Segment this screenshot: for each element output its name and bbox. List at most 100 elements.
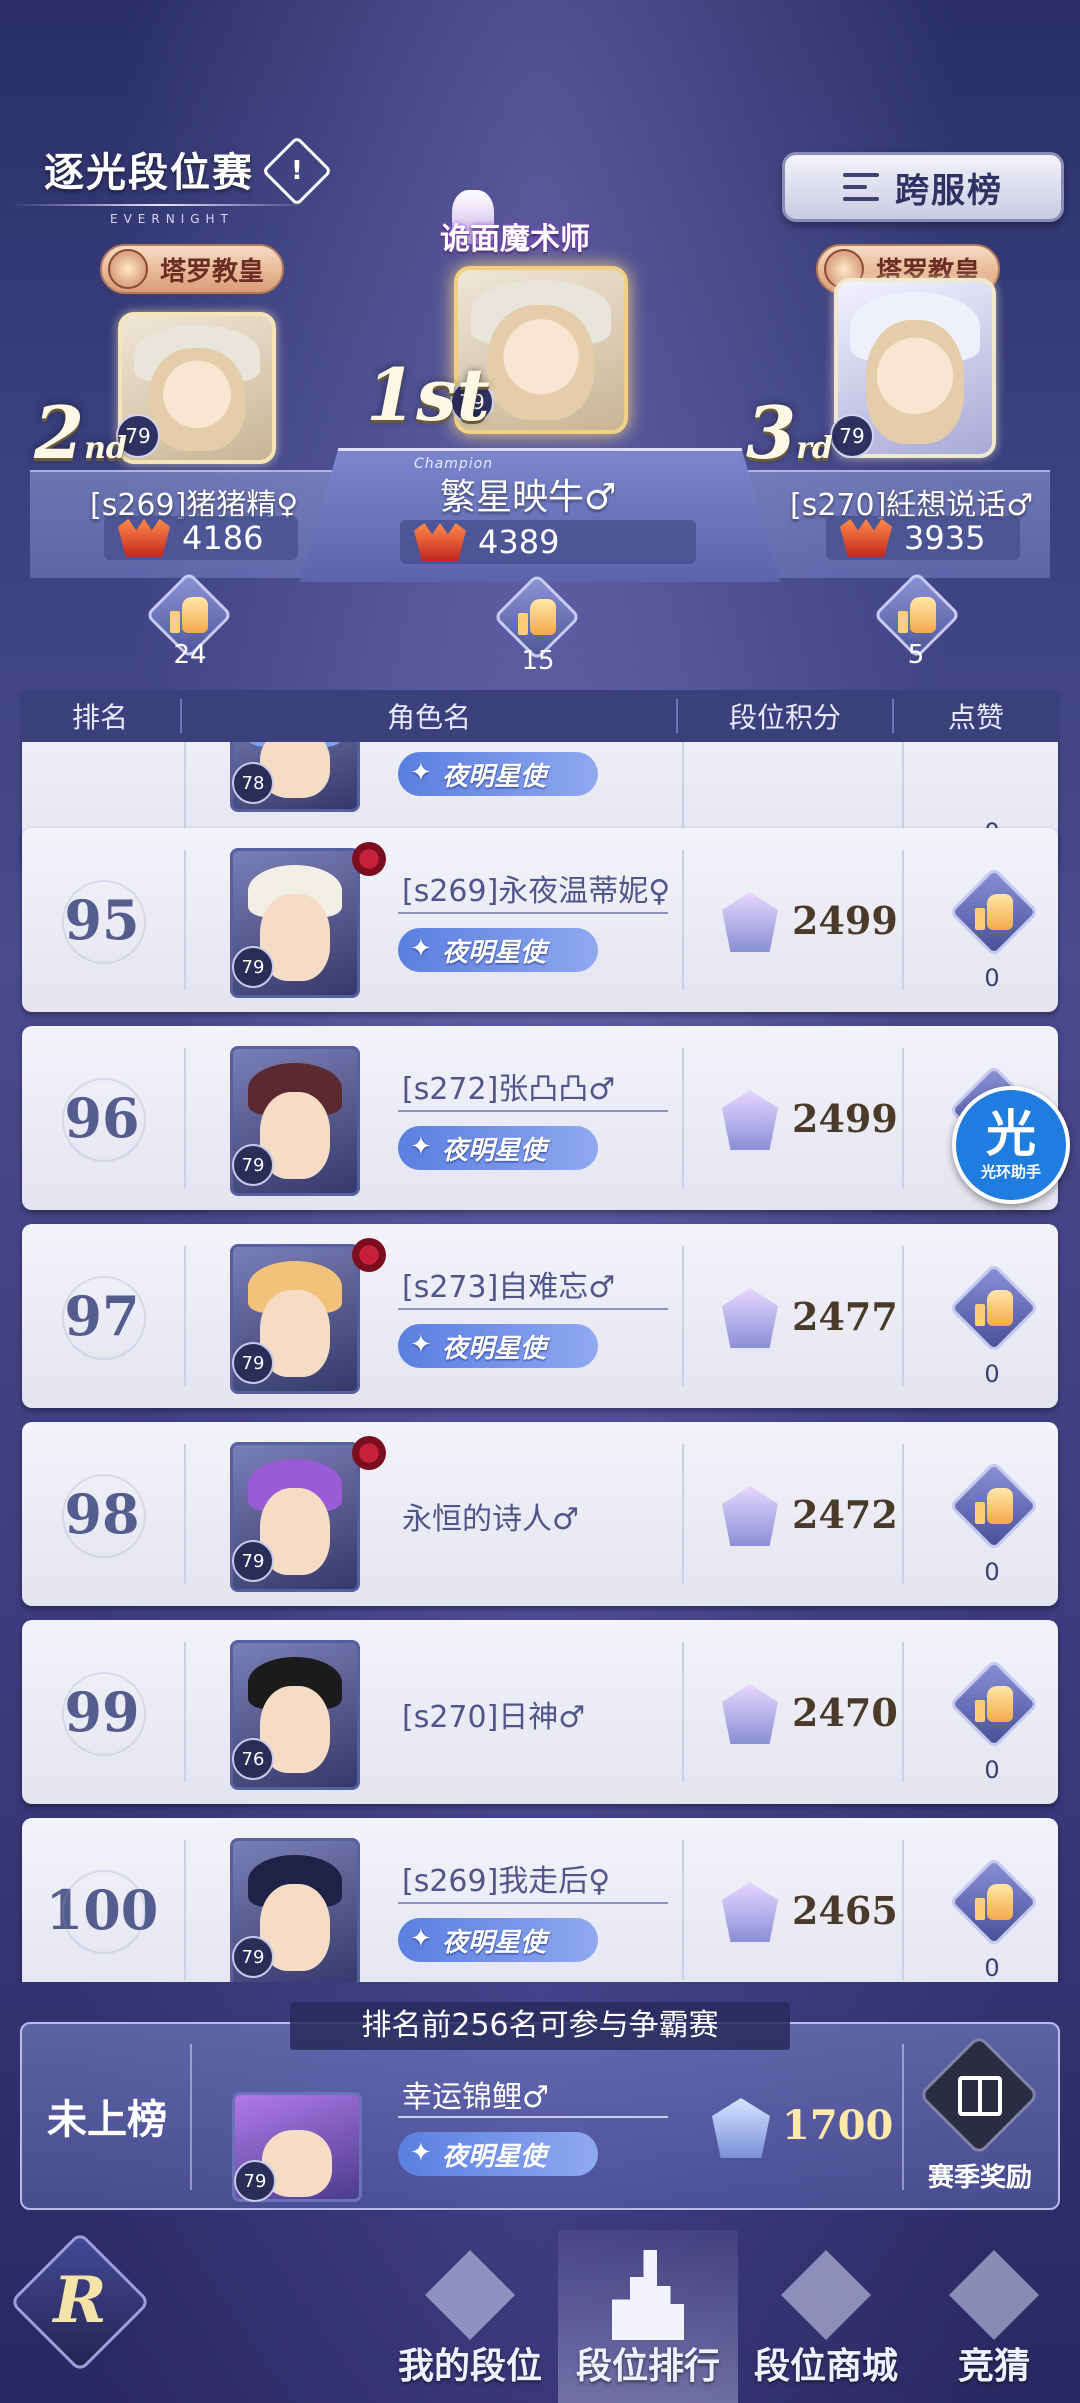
cross-server-button[interactable]: 跨服榜 bbox=[782, 152, 1064, 222]
rank-number: 96 bbox=[22, 1026, 182, 1210]
level-badge: 79 bbox=[232, 1342, 274, 1384]
season-reward-button[interactable]: 赛季奖励 bbox=[910, 2034, 1050, 2200]
place-third: 3rd bbox=[746, 390, 833, 475]
table-row[interactable]: 100 79 [s269]我走后♀ 夜明星使 2465 0 bbox=[22, 1818, 1058, 1982]
name-first: 繁星映牛♂ bbox=[440, 477, 617, 518]
rank-number: 95 bbox=[22, 828, 182, 1012]
self-rank-row[interactable]: 未上榜 79 幸运锦鲤♂ 夜明星使 1700 赛季奖励 bbox=[20, 2022, 1060, 2210]
rank-crown-icon bbox=[414, 523, 466, 561]
col-score: 段位积分 bbox=[728, 701, 841, 734]
score-first: 4389 bbox=[400, 520, 696, 564]
rank-score: 2477 bbox=[792, 1294, 898, 1339]
title-subtitle: EVERNIGHT bbox=[110, 212, 234, 226]
table-header: 排名 角色名 段位积分 点赞 bbox=[20, 690, 1060, 742]
thumbs-up-icon bbox=[975, 894, 1013, 930]
title-tag: 夜明星使 bbox=[398, 752, 598, 796]
table-row[interactable]: 97 79 [s273]自难忘♂ 夜明星使 2477 0 bbox=[22, 1224, 1058, 1408]
rose-icon bbox=[352, 842, 386, 876]
rank-crown-icon bbox=[840, 519, 892, 557]
page-title: 逐光段位赛 bbox=[44, 149, 254, 196]
thumbs-up-icon bbox=[170, 597, 208, 633]
like-button[interactable] bbox=[948, 1856, 1040, 1948]
ranking-list[interactable]: 78 夜明星使 0 9579[s269]永夜温蒂妮♀夜明星使249909679[… bbox=[0, 742, 1080, 1982]
self-title-tag: 夜明星使 bbox=[398, 2132, 598, 2176]
rank-score: 2499 bbox=[792, 898, 898, 943]
shop-icon bbox=[781, 2250, 871, 2340]
crossed-swords-icon bbox=[425, 2250, 515, 2340]
rank-score: 2472 bbox=[792, 1492, 898, 1537]
thumbs-up-icon bbox=[518, 599, 556, 635]
thumbs-up-icon bbox=[975, 1884, 1013, 1920]
rose-icon bbox=[352, 1238, 386, 1272]
like-count-second: 24 bbox=[173, 640, 207, 670]
like-button[interactable] bbox=[948, 1460, 1040, 1552]
like-button[interactable] bbox=[948, 866, 1040, 958]
rank-crest-icon bbox=[722, 1090, 778, 1150]
rank-score: 2499 bbox=[792, 1096, 898, 1141]
place-second: 2nd bbox=[34, 390, 127, 475]
like-count-third: 5 bbox=[907, 640, 925, 670]
level-badge: 76 bbox=[232, 1738, 274, 1780]
table-row[interactable]: 95 79 [s269]永夜温蒂妮♀ 夜明星使 2499 0 bbox=[22, 828, 1058, 1012]
like-button[interactable] bbox=[948, 1658, 1040, 1750]
level-badge: 79 bbox=[232, 1936, 274, 1978]
like-count: 0 bbox=[984, 1360, 1000, 1388]
rank-crest-icon bbox=[712, 2098, 770, 2158]
rank-score: 2465 bbox=[792, 1888, 898, 1933]
title-tag: 夜明星使 bbox=[398, 1918, 598, 1962]
player-name: [s269]我走后♀ bbox=[402, 1864, 611, 1899]
special-title-first: 诡面魔术师 bbox=[440, 222, 590, 257]
nav-rank-shop[interactable]: 段位商城 bbox=[736, 2230, 916, 2403]
score-third: 3935 bbox=[826, 516, 1020, 560]
thumbs-up-icon bbox=[975, 1488, 1013, 1524]
player-name: [s270]日神♂ bbox=[402, 1700, 586, 1735]
rank-crest-icon bbox=[722, 1288, 778, 1348]
table-row[interactable]: 9679[s272]张凸凸♂夜明星使24990 bbox=[22, 1026, 1058, 1210]
thumbs-up-icon bbox=[975, 1290, 1013, 1326]
rank-number: 97 bbox=[22, 1224, 182, 1408]
table-row[interactable]: 99 76 [s270]日神♂ 2470 0 bbox=[22, 1620, 1058, 1804]
self-rank: 未上榜 bbox=[47, 2097, 167, 2143]
player-name: [s273]自难忘♂ bbox=[402, 1270, 616, 1305]
table-row[interactable]: 98 79 永恒的诗人♂ 2472 0 bbox=[22, 1422, 1058, 1606]
level-badge-third: 79 bbox=[830, 414, 874, 458]
nav-betting[interactable]: 竞猜 bbox=[914, 2230, 1074, 2403]
rank-score: 2470 bbox=[792, 1690, 898, 1735]
class-badge-second: 塔罗教皇 bbox=[100, 244, 285, 294]
col-rank: 排名 bbox=[71, 701, 128, 734]
self-name: 幸运锦鲤♂ bbox=[402, 2080, 549, 2115]
tarot-icon bbox=[108, 249, 148, 289]
helper-badge[interactable]: 光 光环助手 bbox=[952, 1086, 1070, 1204]
qualification-note: 排名前256名可参与争霸赛 bbox=[290, 2002, 790, 2050]
info-icon[interactable]: ! bbox=[261, 135, 333, 207]
like-count: 0 bbox=[984, 1756, 1000, 1784]
title-underline bbox=[10, 204, 310, 206]
rank-crest-icon bbox=[722, 1684, 778, 1744]
title-tag: 夜明星使 bbox=[398, 928, 598, 972]
season-reward-label: 赛季奖励 bbox=[927, 2163, 1032, 2193]
rank-crest-icon bbox=[722, 1882, 778, 1942]
player-name: 永恒的诗人♂ bbox=[402, 1502, 579, 1537]
title-tag: 夜明星使 bbox=[398, 1324, 598, 1368]
thumbs-up-icon bbox=[975, 1686, 1013, 1722]
level-badge: 79 bbox=[232, 1144, 274, 1186]
rank-crest-icon bbox=[722, 1486, 778, 1546]
rank-number: 99 bbox=[22, 1620, 182, 1804]
list-icon bbox=[843, 173, 879, 201]
nav-my-rank[interactable]: 我的段位 bbox=[380, 2230, 560, 2403]
self-level: 79 bbox=[234, 2160, 276, 2202]
like-button[interactable] bbox=[948, 1262, 1040, 1354]
level-badge: 79 bbox=[232, 946, 274, 988]
score-second: 4186 bbox=[104, 516, 298, 560]
rank-crown-icon bbox=[118, 519, 170, 557]
cross-server-label: 跨服榜 bbox=[895, 170, 1003, 211]
like-count: 0 bbox=[984, 964, 1000, 992]
col-name: 角色名 bbox=[386, 701, 471, 734]
col-likes: 点赞 bbox=[947, 701, 1004, 734]
like-count-first: 15 bbox=[521, 646, 555, 676]
place-first: 1st bbox=[366, 352, 490, 437]
bar-chart-icon bbox=[612, 2250, 684, 2340]
thumbs-up-icon bbox=[898, 597, 936, 633]
like-count: 0 bbox=[984, 1954, 1000, 1982]
nav-rank-leaderboard[interactable]: 段位排行 bbox=[558, 2230, 738, 2403]
